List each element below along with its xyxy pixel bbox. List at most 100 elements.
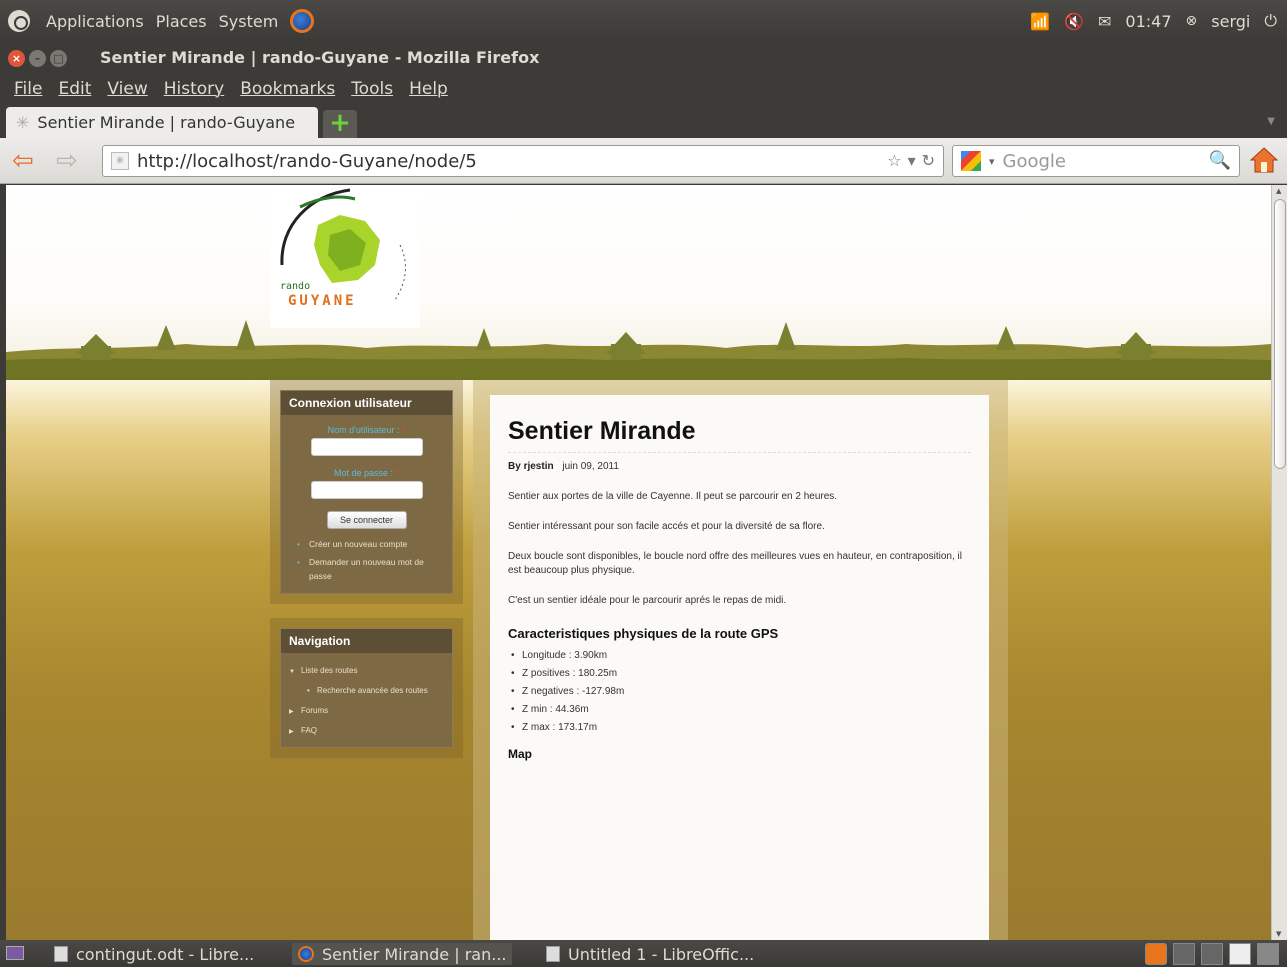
spec-z-positives: Z positives : 180.25m [508,665,971,683]
system-tray: 📶 🔇 ✉ 01:47 ⊗ sergi ⏻ [1030,11,1277,31]
menu-history[interactable]: History [164,79,224,99]
gps-section-title: Caracteristiques physiques de la route G… [508,626,779,641]
username-input[interactable] [310,438,423,456]
article-content: Sentier Mirande By rjestin juin 09, 2011… [490,395,989,940]
taskbar-tray [1145,943,1279,965]
navigation-toolbar: ⇦ ⇨ ✳ http://localhost/rando-Guyane/node… [0,138,1287,184]
tab-bar: ✳ Sentier Mirande | rando-Guyane + ▼ [0,104,1287,138]
search-input[interactable]: Google [1003,151,1066,172]
tab-sentier-mirande[interactable]: ✳ Sentier Mirande | rando-Guyane [6,107,318,138]
article-title: Sentier Mirande [508,417,971,453]
forward-arrow-icon[interactable]: ⇨ [56,146,78,176]
google-engine-icon[interactable] [961,151,981,171]
gps-specs-list: Longitude : 3.90km Z positives : 180.25m… [508,647,971,737]
reload-icon[interactable]: ↻ [922,151,935,170]
home-icon[interactable] [1250,146,1278,174]
password-label: Mot de passe : * [333,468,400,478]
menu-help[interactable]: Help [409,79,448,99]
history-dropdown-icon[interactable]: ▾ [908,151,916,170]
site-logo[interactable]: rando GUYANE [270,185,420,328]
logo-text-top: rando [280,281,311,292]
tab-title: Sentier Mirande | rando-Guyane [37,113,296,132]
taskbar-item-label: Sentier Mirande | ran... [322,944,507,964]
wifi-icon[interactable]: 📶 [1030,12,1050,31]
scrollbar-thumb[interactable] [1274,199,1286,469]
user-status-icon[interactable]: ⊗ [1186,13,1198,29]
bottom-taskbar: contingut.odt - Libre... Sentier Mirande… [0,940,1287,967]
header-landscape [6,320,1271,380]
minimize-window-icon[interactable]: – [29,50,46,67]
article-paragraph: Sentier intéressant pour son facile accé… [508,521,825,532]
trash-icon[interactable] [1257,943,1279,965]
create-account-link[interactable]: Créer un nouveau compte [287,535,446,553]
applications-menu[interactable]: Applications [46,12,144,31]
firefox-tray-icon[interactable] [1145,943,1167,965]
article-paragraph: Deux boucle sont disponibles, le boucle … [508,551,962,576]
map-title: Map [508,747,532,761]
menu-file[interactable]: File [14,79,42,99]
bookmark-star-icon[interactable]: ☆ [887,151,901,170]
close-window-icon[interactable]: × [8,50,25,67]
system-menu[interactable]: System [219,12,279,31]
maximize-window-icon[interactable]: □ [50,50,67,67]
nav-item-faq[interactable]: FAQ [287,721,446,741]
login-block: Connexion utilisateur Nom d'utilisateur … [270,380,463,604]
panel-menus: Applications Places System [8,9,315,33]
taskbar-item-untitled[interactable]: Untitled 1 - LibreOffic... [540,943,760,965]
scroll-down-icon[interactable]: ▼ [1276,930,1281,938]
ubuntu-logo-icon[interactable] [8,10,30,32]
scroll-up-icon[interactable]: ▲ [1276,187,1281,195]
author-link[interactable]: rjestin [524,461,554,472]
menu-tools[interactable]: Tools [351,79,393,99]
taskbar-item-firefox[interactable]: Sentier Mirande | ran... [292,943,513,965]
places-menu[interactable]: Places [156,12,207,31]
window-title: Sentier Mirande | rando-Guyane - Mozilla… [100,48,540,67]
blank-tray-icon[interactable] [1229,943,1251,965]
power-icon[interactable]: ⏻ [1264,11,1277,31]
nav-item-forums[interactable]: Forums [287,701,446,721]
nav-item-liste-routes[interactable]: Liste des routes [287,661,446,681]
search-bar[interactable]: ▾ Google 🔍 [952,145,1240,177]
top-panel: Applications Places System 📶 🔇 ✉ 01:47 ⊗… [0,0,1287,44]
spec-z-min: Z min : 44.36m [508,701,971,719]
back-arrow-icon[interactable]: ⇦ [12,146,34,176]
spec-z-max: Z max : 173.17m [508,719,971,737]
document-tray-icon[interactable] [1201,943,1223,965]
firefox-icon [298,946,314,962]
url-bar[interactable]: ✳ http://localhost/rando-Guyane/node/5 ☆… [102,145,944,177]
request-password-link[interactable]: Demander un nouveau mot de passe [287,553,446,585]
logo-text-bottom: GUYANE [288,293,357,309]
left-sidebar: Connexion utilisateur Nom d'utilisateur … [270,380,463,940]
tab-list-icon[interactable]: ▼ [1267,116,1275,127]
search-engine-dropdown-icon[interactable]: ▾ [989,155,995,168]
search-icon[interactable]: 🔍 [1209,150,1231,171]
spec-longitude: Longitude : 3.90km [508,647,971,665]
mail-icon[interactable]: ✉ [1098,12,1111,31]
site-header: rando GUYANE [6,185,1271,380]
nav-item-recherche-avancee[interactable]: Recherche avancée des routes [287,681,446,701]
show-desktop-icon[interactable] [6,946,24,960]
login-button[interactable]: Se connecter [326,511,407,529]
window-titlebar[interactable]: × – □ Sentier Mirande | rando-Guyane - M… [0,44,1287,74]
clock[interactable]: 01:47 [1125,12,1171,31]
page-scrollbar[interactable]: ▲ ▼ [1271,185,1287,940]
document-icon [54,946,68,962]
author-line: By rjestin [508,461,554,472]
article-paragraph: Sentier aux portes de la ville de Cayenn… [508,491,838,502]
taskbar-item-contingut[interactable]: contingut.odt - Libre... [48,943,260,965]
menubar: File Edit View History Bookmarks Tools H… [0,74,1287,104]
article-meta: By rjestin juin 09, 2011 [508,461,971,472]
menu-view[interactable]: View [107,79,147,99]
firefox-launcher-icon[interactable] [290,9,315,33]
spreadsheet-icon [546,946,560,962]
url-text[interactable]: http://localhost/rando-Guyane/node/5 [137,151,477,172]
document-tray-icon[interactable] [1173,943,1195,965]
new-tab-button[interactable]: + [323,110,357,138]
login-block-title: Connexion utilisateur [281,391,452,415]
site-identity-icon[interactable]: ✳ [111,152,129,170]
volume-muted-icon[interactable]: 🔇 [1064,12,1084,31]
password-input[interactable] [310,481,423,499]
menu-bookmarks[interactable]: Bookmarks [240,79,335,99]
user-name[interactable]: sergi [1211,12,1250,31]
menu-edit[interactable]: Edit [58,79,91,99]
